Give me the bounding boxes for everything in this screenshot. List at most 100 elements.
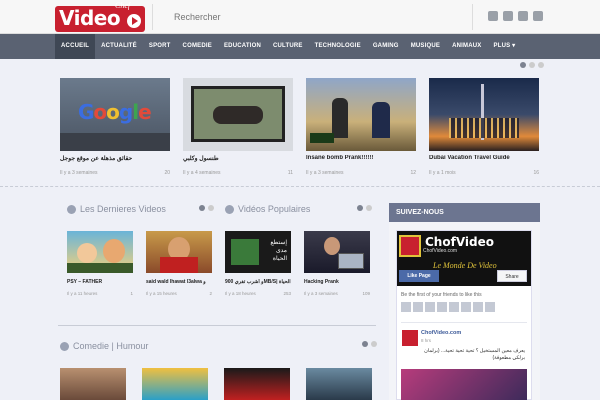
post-author[interactable]: ChofVideo.com: [421, 330, 461, 336]
header-divider: [152, 4, 153, 30]
facebook-post: ChofVideo.com 8 hrs يعرف معين المستخيل ؟…: [401, 322, 527, 400]
slider-item[interactable]: Google حقائق مذهلة عن موقع جوجل Il y a 3…: [60, 78, 170, 176]
friend-avatars: [401, 302, 495, 312]
play-icon: [127, 14, 141, 28]
site-logo[interactable]: Video Chef: [55, 1, 145, 32]
avatar[interactable]: [402, 330, 418, 346]
logo-text: Video: [59, 6, 121, 30]
slider-dot[interactable]: [208, 205, 214, 211]
nav-item-comedie[interactable]: COMEDIE: [177, 34, 218, 59]
video-thumbnail[interactable]: [60, 368, 126, 400]
nav-item-culture[interactable]: CULTURE: [267, 34, 309, 59]
avatar[interactable]: [437, 302, 447, 312]
video-card[interactable]: Hacking Prank Il y a 3 semaines 109: [304, 231, 370, 296]
latest-pagination: [199, 205, 214, 211]
video-thumbnail[interactable]: [142, 368, 208, 400]
post-image[interactable]: [401, 369, 527, 400]
comedy-pagination: [362, 341, 377, 347]
avatar[interactable]: [425, 302, 435, 312]
youtube-icon[interactable]: [518, 11, 528, 21]
video-views: 109: [362, 291, 370, 296]
facebook-cover[interactable]: ChofVideo ChofVideo.com Le Monde De Vide…: [397, 231, 531, 286]
video-time: Il y a 3 semaines: [60, 170, 98, 176]
video-views: 12: [410, 170, 416, 176]
video-thumbnail[interactable]: [67, 231, 133, 273]
section-title: Les Dernieres Videos: [67, 204, 166, 214]
nav-item-technologie[interactable]: TECHNOLOGIE: [309, 34, 367, 59]
video-thumbnail[interactable]: [183, 78, 293, 151]
video-title[interactable]: حقائق مذهلة عن موقع جوجل: [60, 155, 170, 164]
video-thumbnail[interactable]: إستطع مدى الحياة: [225, 231, 291, 273]
slider-dot[interactable]: [366, 205, 372, 211]
video-icon: [67, 204, 76, 214]
nav-item-gaming[interactable]: GAMING: [367, 34, 405, 59]
twitter-icon[interactable]: [503, 11, 513, 21]
nav-item-accueil[interactable]: ACCUEIL: [55, 34, 96, 59]
comedy-section: Comedie | Humour: [60, 341, 148, 351]
video-icon: [225, 204, 234, 214]
video-thumbnail[interactable]: Google: [60, 78, 170, 151]
search-input[interactable]: [160, 8, 460, 26]
main-nav: ACCUEIL ACTUALITÉ SPORT COMEDIE EDUCATIO…: [0, 34, 600, 59]
logo-chef-text: Chef: [115, 1, 131, 10]
like-page-button[interactable]: Like Page: [399, 270, 439, 282]
video-time: Il y a 15 heures: [146, 291, 177, 296]
nav-item-sport[interactable]: SPORT: [143, 34, 177, 59]
facebook-widget: ChofVideo ChofVideo.com Le Monde De Vide…: [396, 230, 532, 400]
avatar[interactable]: [413, 302, 423, 312]
page-logo: [399, 235, 421, 257]
video-title[interactable]: Insane bomb Prank!!!!!!: [306, 155, 416, 164]
video-thumbnail[interactable]: [224, 368, 290, 400]
avatar[interactable]: [449, 302, 459, 312]
avatar[interactable]: [473, 302, 483, 312]
nav-item-actualite[interactable]: ACTUALITÉ: [95, 34, 143, 59]
video-title[interactable]: said wald lhawat l3alwa و: [146, 279, 212, 286]
slider-dot[interactable]: [371, 341, 377, 347]
section-title: Comedie | Humour: [60, 341, 148, 351]
slider-dot[interactable]: [199, 205, 205, 211]
video-thumbnail[interactable]: [306, 368, 372, 400]
video-card[interactable]: إستطع مدى الحياة و أشرب تفري 900MB/S| الحي…: [225, 231, 291, 296]
avatar[interactable]: [461, 302, 471, 312]
nav-item-animaux[interactable]: ANIMAUX: [446, 34, 487, 59]
video-card[interactable]: said wald lhawat l3alwa و Il y a 15 heur…: [146, 231, 212, 296]
nav-item-plus[interactable]: PLUS ▾: [488, 34, 522, 59]
avatar[interactable]: [485, 302, 495, 312]
video-title[interactable]: Hacking Prank: [304, 279, 370, 286]
slider-dot[interactable]: [538, 62, 544, 68]
video-time: Il y a 4 semaines: [183, 170, 221, 176]
slider-dot[interactable]: [357, 205, 363, 211]
video-time: Il y a 1 mois: [429, 170, 456, 176]
nav-item-education[interactable]: EDUCATION: [218, 34, 267, 59]
video-meta: Il y a 1 mois 16: [429, 170, 539, 176]
section-title: Vidéos Populaires: [225, 204, 310, 214]
slider-dot[interactable]: [529, 62, 535, 68]
slider-item[interactable]: Insane bomb Prank!!!!!! Il y a 3 semaine…: [306, 78, 416, 176]
video-time: Il y a 3 semaines: [306, 170, 344, 176]
video-thumbnail[interactable]: [304, 231, 370, 273]
cover-tagline: Le Monde De Video: [433, 261, 497, 270]
nav-item-musique[interactable]: MUSIQUE: [405, 34, 446, 59]
slider-item[interactable]: Dubai Vacation Travel Guide Il y a 1 moi…: [429, 78, 539, 176]
video-icon: [60, 341, 69, 351]
friends-text: Be the first of your friends to like thi…: [401, 292, 482, 298]
video-thumbnail[interactable]: [146, 231, 212, 273]
facebook-icon[interactable]: [488, 11, 498, 21]
video-card[interactable]: PSY – FATHER Il y a 11 heures 1: [67, 231, 133, 296]
video-meta: Il y a 3 semaines 12: [306, 170, 416, 176]
video-title[interactable]: طنسول وكلبي: [183, 155, 293, 164]
video-views: 1: [130, 291, 133, 296]
avatar[interactable]: [401, 302, 411, 312]
video-title[interactable]: PSY – FATHER: [67, 279, 133, 286]
slider-dot[interactable]: [362, 341, 368, 347]
slider-dot[interactable]: [520, 62, 526, 68]
latest-section: Les Dernieres Videos: [67, 204, 166, 214]
video-title[interactable]: Dubai Vacation Travel Guide: [429, 155, 539, 164]
share-button[interactable]: Share: [497, 270, 527, 282]
video-title[interactable]: و أشرب تفري 900MB/S| الحياة: [225, 279, 291, 286]
email-icon[interactable]: [533, 11, 543, 21]
video-thumbnail[interactable]: [306, 78, 416, 151]
slider-item[interactable]: طنسول وكلبي Il y a 4 semaines 11: [183, 78, 293, 176]
video-thumbnail[interactable]: [429, 78, 539, 151]
cover-title: ChofVideo: [425, 235, 494, 249]
